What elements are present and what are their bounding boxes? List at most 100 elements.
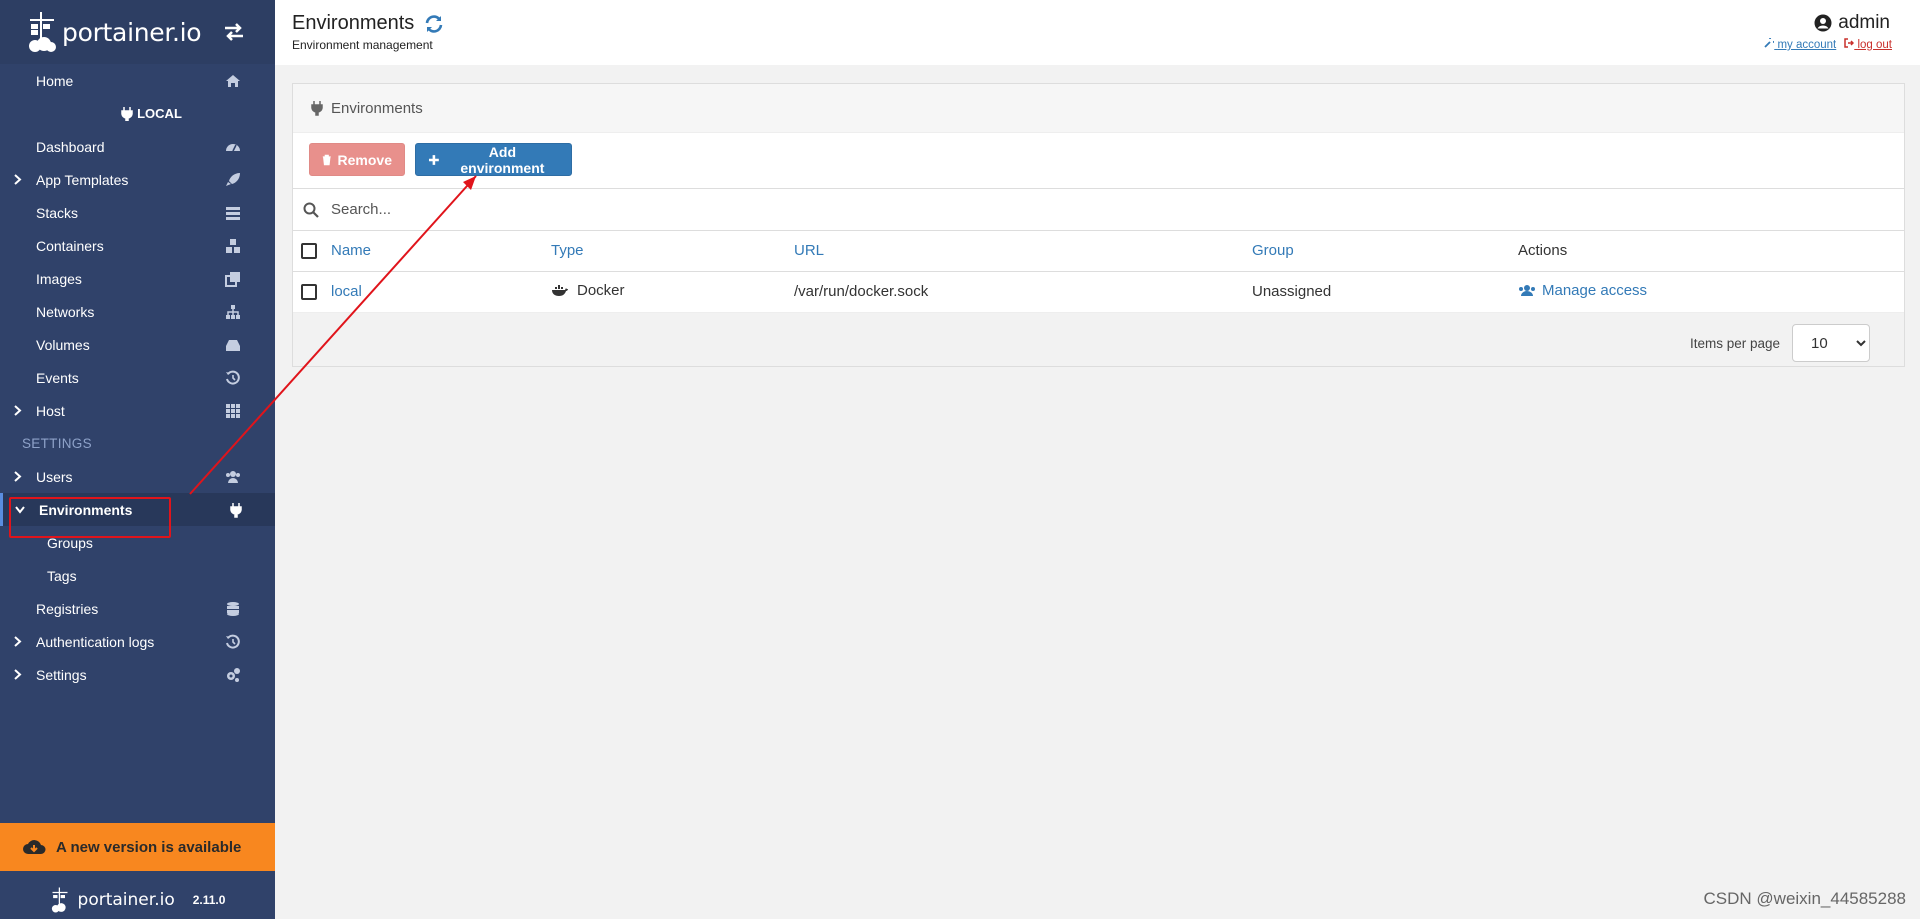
actions-bar: Remove Add environment (293, 133, 1904, 189)
watermark: CSDN @weixin_44585288 (1703, 889, 1906, 908)
cogs-icon (227, 668, 240, 682)
select-all-checkbox[interactable] (301, 243, 317, 260)
chevron-right-icon (14, 471, 22, 482)
sidebar-item-label: Networks (36, 304, 95, 320)
sidebar-item-label: App Templates (36, 172, 129, 188)
refresh-icon[interactable] (424, 14, 444, 34)
my-account-link[interactable]: my account (1764, 35, 1837, 51)
sidebar-item-users[interactable]: Users (0, 460, 275, 493)
user-circle-icon (1814, 14, 1832, 32)
environment-group: Unassigned (1252, 283, 1332, 300)
sidebar-item-tags[interactable]: Tags (0, 559, 275, 592)
sidebar: portainer.io Home LOCAL Dashboard App Te… (0, 0, 275, 919)
sidebar-item-images[interactable]: Images (0, 262, 275, 295)
manage-access-link[interactable]: Manage access (1518, 282, 1647, 299)
chevron-right-icon (14, 405, 22, 416)
items-per-page-select[interactable]: 10 (1792, 324, 1870, 362)
sidebar-item-dashboard[interactable]: Dashboard (0, 130, 275, 163)
column-header-name[interactable]: Name (331, 242, 371, 259)
page-subtitle: Environment management (292, 38, 433, 52)
sidebar-item-settings[interactable]: Settings (0, 658, 275, 691)
home-icon (226, 75, 240, 87)
section-title: SETTINGS (22, 436, 92, 451)
user-links: my account log out (1764, 35, 1892, 51)
sidebar-item-label: Settings (36, 667, 87, 683)
column-header-group[interactable]: Group (1252, 242, 1294, 259)
environment-type: Docker (551, 282, 625, 299)
sidebar-item-authentication-logs[interactable]: Authentication logs (0, 625, 275, 658)
page-title-text: Environments (292, 12, 415, 34)
endpoint-header: LOCAL (0, 97, 275, 130)
plug-icon (311, 101, 323, 116)
search-input[interactable] (331, 201, 931, 218)
update-banner[interactable]: A new version is available (0, 823, 275, 871)
history-icon (226, 370, 240, 385)
sidebar-item-stacks[interactable]: Stacks (0, 196, 275, 229)
footer-brand: portainer.io (77, 889, 175, 910)
remove-label: Remove (337, 151, 392, 168)
plug-icon (121, 106, 133, 121)
sidebar-item-label: Containers (36, 238, 104, 254)
widget-header: Environments (293, 84, 1904, 133)
sidebar-item-networks[interactable]: Networks (0, 295, 275, 328)
sidebar-item-label: Volumes (36, 337, 90, 353)
th-icon (226, 404, 240, 418)
clone-icon (225, 272, 240, 287)
sidebar-item-label: Stacks (36, 205, 79, 221)
brand[interactable]: portainer.io (0, 0, 275, 64)
environment-url: /var/run/docker.sock (794, 283, 929, 300)
search-bar (293, 189, 1904, 231)
row-checkbox[interactable] (301, 284, 317, 301)
sidebar-item-host[interactable]: Host (0, 394, 275, 427)
chevron-right-icon (14, 174, 22, 185)
sidebar-item-volumes[interactable]: Volumes (0, 328, 275, 361)
chevron-right-icon (14, 669, 22, 680)
sidebar-item-containers[interactable]: Containers (0, 229, 275, 262)
sidebar-item-label: Images (36, 271, 82, 287)
sidebar-item-label: Authentication logs (36, 634, 155, 650)
sidebar-item-registries[interactable]: Registries (0, 592, 275, 625)
exchange-icon[interactable] (222, 20, 246, 44)
my-account-label: my account (1777, 39, 1837, 51)
search-icon (303, 202, 319, 218)
brand-name: portainer.io (62, 17, 202, 47)
cubes-icon (226, 239, 240, 253)
log-out-link[interactable]: log out (1844, 38, 1892, 51)
portainer-logo-icon (29, 12, 56, 52)
environment-name-link[interactable]: local (331, 283, 362, 300)
sidebar-item-label: Events (36, 370, 79, 386)
sidebar-item-app-templates[interactable]: App Templates (0, 163, 275, 196)
environments-widget: Environments Remove Add environment Name… (292, 83, 1905, 367)
plug-icon (230, 503, 242, 518)
environment-type-label: Docker (577, 282, 625, 300)
add-environment-label: Add environment (460, 143, 545, 176)
add-environment-button[interactable]: Add environment (415, 143, 572, 176)
plus-icon (428, 154, 439, 165)
environments-table: Name Type URL Group Actions local Docker… (293, 231, 1904, 313)
annotation-highlight-box (9, 497, 171, 538)
docker-icon (552, 284, 568, 296)
sidebar-nav: Home LOCAL Dashboard App Templates Stack… (0, 64, 275, 691)
database-icon (227, 602, 239, 616)
hdd-icon (226, 340, 240, 351)
page-header: Environments Environment management admi… (275, 0, 1920, 65)
widget-title: Environments (331, 99, 423, 117)
sidebar-item-home[interactable]: Home (0, 64, 275, 97)
portainer-logo-icon (51, 887, 68, 912)
sidebar-item-events[interactable]: Events (0, 361, 275, 394)
sidebar-item-label: Tags (47, 568, 77, 584)
column-header-actions: Actions (1518, 242, 1568, 260)
pagination-controls: Items per page 10 (1690, 324, 1870, 362)
cloud-download-icon (23, 840, 46, 854)
table-row: local Docker /var/run/docker.sock Unassi… (293, 271, 1904, 313)
update-banner-text: A new version is available (56, 838, 242, 856)
wrench-icon (1764, 35, 1778, 48)
manage-access-label: Manage access (1542, 282, 1648, 299)
items-per-page-label: Items per page (1689, 335, 1780, 351)
column-header-type[interactable]: Type (551, 242, 584, 259)
username: admin (1838, 12, 1890, 33)
sidebar-item-label: Registries (36, 601, 99, 617)
remove-button[interactable]: Remove (309, 143, 405, 176)
sign-out-icon (1844, 38, 1855, 48)
column-header-url[interactable]: URL (794, 242, 824, 259)
